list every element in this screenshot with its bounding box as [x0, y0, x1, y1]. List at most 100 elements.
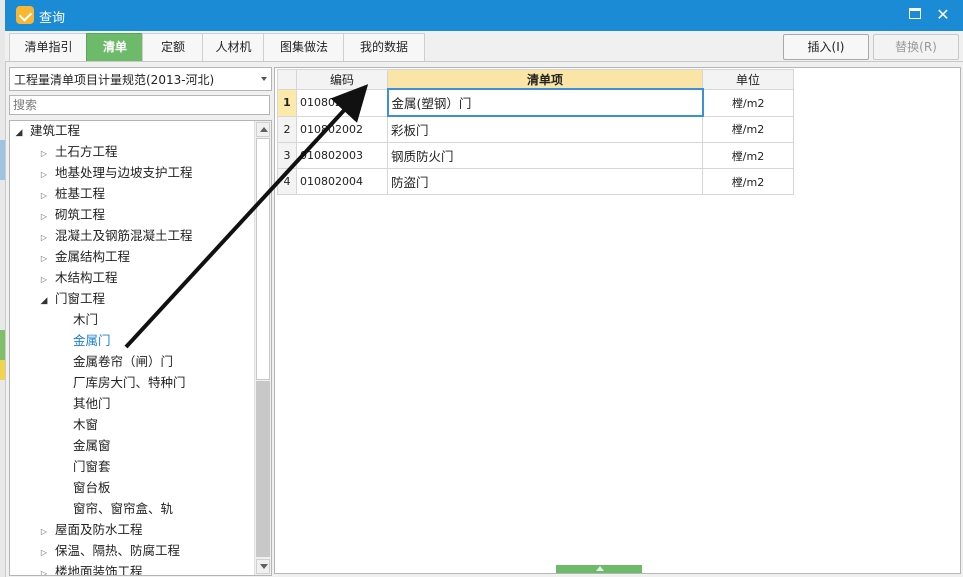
item-cell[interactable]: 钢质防火门	[387, 142, 703, 169]
tree-scrollbar[interactable]	[254, 121, 271, 575]
title-bar: 查询 ✕	[5, 0, 963, 31]
tree-item[interactable]: 金属窗	[73, 436, 111, 456]
collapsed-triangle-icon[interactable]: ▷	[39, 564, 49, 575]
search-input[interactable]	[9, 95, 270, 115]
tree-item[interactable]: ▷ 屋面及防水工程	[39, 520, 143, 540]
tree-item[interactable]: ▷ 楼地面装饰工程	[39, 562, 143, 576]
row-number-cell[interactable]: 4	[277, 168, 297, 195]
tree-item[interactable]: 窗帘、窗帘盒、轨	[73, 499, 173, 519]
collapsed-triangle-icon[interactable]: ▷	[39, 270, 49, 290]
expanded-triangle-icon[interactable]: ◢	[14, 123, 24, 143]
maximize-button[interactable]	[903, 4, 927, 26]
scroll-down-arrow-icon[interactable]	[256, 559, 270, 574]
code-cell[interactable]: 010802001	[296, 88, 388, 117]
unit-cell[interactable]: 樘/m2	[702, 88, 794, 117]
insert-button[interactable]: 插入(I)	[783, 34, 869, 60]
tab-quota[interactable]: 定额	[142, 33, 204, 61]
tree-item-label: 楼地面装饰工程	[55, 564, 143, 576]
tree-item[interactable]: ▷ 地基处理与边坡支护工程	[39, 163, 193, 183]
replace-button[interactable]: 替换(R)	[873, 34, 959, 60]
chevron-down-icon	[261, 77, 267, 81]
code-cell[interactable]: 010802002	[296, 115, 388, 143]
tree-item-label: 木结构工程	[55, 270, 118, 285]
tree-item[interactable]: ▷ 砌筑工程	[39, 205, 105, 225]
tree-item[interactable]: ▷ 土石方工程	[39, 142, 118, 162]
splitter-handle[interactable]	[556, 565, 642, 573]
left-panel: 工程量清单项目计量规范(2013-河北) ◢ 建筑工程 ▷ 土石方工程 ▷ 地基处理与边坡…	[9, 67, 272, 576]
bill-grid-panel: 编码 清单项 单位 1 010802001 金属(塑钢）门 樘/m2 2 01080200…	[274, 67, 961, 574]
collapsed-triangle-icon[interactable]: ▷	[39, 144, 49, 164]
collapsed-triangle-icon[interactable]: ▷	[39, 165, 49, 185]
item-cell[interactable]: 防盗门	[387, 168, 703, 195]
app-logo-icon	[16, 6, 34, 24]
bill-grid: 编码 清单项 单位 1 010802001 金属(塑钢）门 樘/m2 2 01080200…	[277, 69, 794, 195]
item-cell[interactable]: 彩板门	[387, 115, 703, 143]
row-number-cell[interactable]: 3	[277, 142, 297, 169]
tab-labor-material-machine[interactable]: 人材机	[202, 33, 265, 61]
tree-item-label: 木窗	[73, 417, 99, 432]
category-tree: ◢ 建筑工程 ▷ 土石方工程 ▷ 地基处理与边坡支护工程 ▷ 桩基工程 ▷ 砌筑工程 ▷ 混凝土及钢筋…	[9, 120, 272, 576]
tree-item-label: 桩基工程	[55, 186, 106, 201]
tab-atlas-method[interactable]: 图集做法	[263, 33, 345, 61]
row-number-cell[interactable]: 1	[277, 88, 297, 117]
unit-cell[interactable]: 樘/m2	[702, 115, 794, 143]
code-cell[interactable]: 010802003	[296, 142, 388, 169]
background-app-strip	[0, 360, 5, 380]
tab-bill-guide[interactable]: 清单指引	[9, 33, 88, 61]
tree-item[interactable]: ▷ 保温、隔热、防腐工程	[39, 541, 180, 561]
tree-item[interactable]: 木门	[73, 310, 98, 330]
tree-item[interactable]: ▷ 金属结构工程	[39, 247, 130, 267]
code-cell[interactable]: 010802004	[296, 168, 388, 195]
unit-cell[interactable]: 樘/m2	[702, 142, 794, 169]
collapsed-triangle-icon[interactable]: ▷	[39, 522, 49, 542]
tree-item-label: 金属窗	[73, 438, 111, 453]
tree-item[interactable]: 金属卷帘（闸）门	[73, 352, 173, 372]
tree-item-label: 窗帘、窗帘盒、轨	[73, 501, 174, 516]
tree-item-label: 其他门	[73, 396, 111, 411]
table-row[interactable]: 2 010802002 彩板门 樘/m2	[277, 115, 794, 143]
tree-item[interactable]: ▷ 桩基工程	[39, 184, 105, 204]
tree-item[interactable]: 门窗套	[73, 457, 111, 477]
tree-item[interactable]: ◢ 门窗工程	[39, 289, 105, 309]
window-title: 查询	[39, 11, 66, 26]
tree-item[interactable]: ▷ 混凝土及钢筋混凝土工程	[39, 226, 193, 246]
item-column-header[interactable]: 清单项	[387, 69, 703, 90]
collapsed-triangle-icon[interactable]: ▷	[39, 249, 49, 269]
unit-cell[interactable]: 樘/m2	[702, 168, 794, 195]
tree-item-label: 金属结构工程	[55, 249, 131, 264]
scroll-up-arrow-icon[interactable]	[256, 122, 270, 137]
unit-column-header[interactable]: 单位	[702, 69, 794, 90]
collapsed-triangle-icon[interactable]: ▷	[39, 186, 49, 206]
tree-item[interactable]: 其他门	[73, 394, 111, 414]
tree-item[interactable]: 金属门	[73, 331, 111, 351]
background-app-strip	[0, 140, 5, 180]
item-cell[interactable]: 金属(塑钢）门	[386, 88, 704, 117]
table-row[interactable]: 1 010802001 金属(塑钢）门 樘/m2	[277, 88, 794, 117]
tree-item-label: 建筑工程	[30, 123, 81, 138]
tree-item-label: 保温、隔热、防腐工程	[55, 543, 181, 558]
row-number-cell[interactable]: 2	[277, 115, 297, 143]
expanded-triangle-icon[interactable]: ◢	[39, 291, 49, 311]
table-row[interactable]: 4 010802004 防盗门 樘/m2	[277, 168, 794, 195]
scroll-track[interactable]	[256, 381, 270, 557]
tab-bill[interactable]: 清单	[86, 33, 144, 61]
tab-my-data[interactable]: 我的数据	[343, 33, 425, 61]
collapsed-triangle-icon[interactable]: ▷	[39, 207, 49, 227]
scroll-thumb[interactable]	[256, 138, 270, 380]
tree-item[interactable]: ▷ 木结构工程	[39, 268, 118, 288]
tree-item-label: 木门	[73, 312, 99, 327]
tree-item[interactable]: 木窗	[73, 415, 98, 435]
code-column-header[interactable]: 编码	[296, 69, 388, 90]
spec-dropdown[interactable]: 工程量清单项目计量规范(2013-河北)	[9, 67, 272, 91]
tree-item[interactable]: 窗台板	[73, 478, 111, 498]
table-row[interactable]: 3 010802003 钢质防火门 樘/m2	[277, 142, 794, 169]
collapsed-triangle-icon[interactable]: ▷	[39, 543, 49, 563]
close-button[interactable]: ✕	[931, 4, 955, 26]
tree-item-label: 屋面及防水工程	[55, 522, 143, 537]
tree-item-label: 门窗套	[73, 459, 111, 474]
collapsed-triangle-icon[interactable]: ▷	[39, 228, 49, 248]
tree-item[interactable]: ◢ 建筑工程	[14, 121, 80, 141]
tree-item[interactable]: 厂库房大门、特种门	[73, 373, 186, 393]
close-icon: ✕	[936, 5, 950, 24]
background-app-strip	[0, 330, 5, 360]
